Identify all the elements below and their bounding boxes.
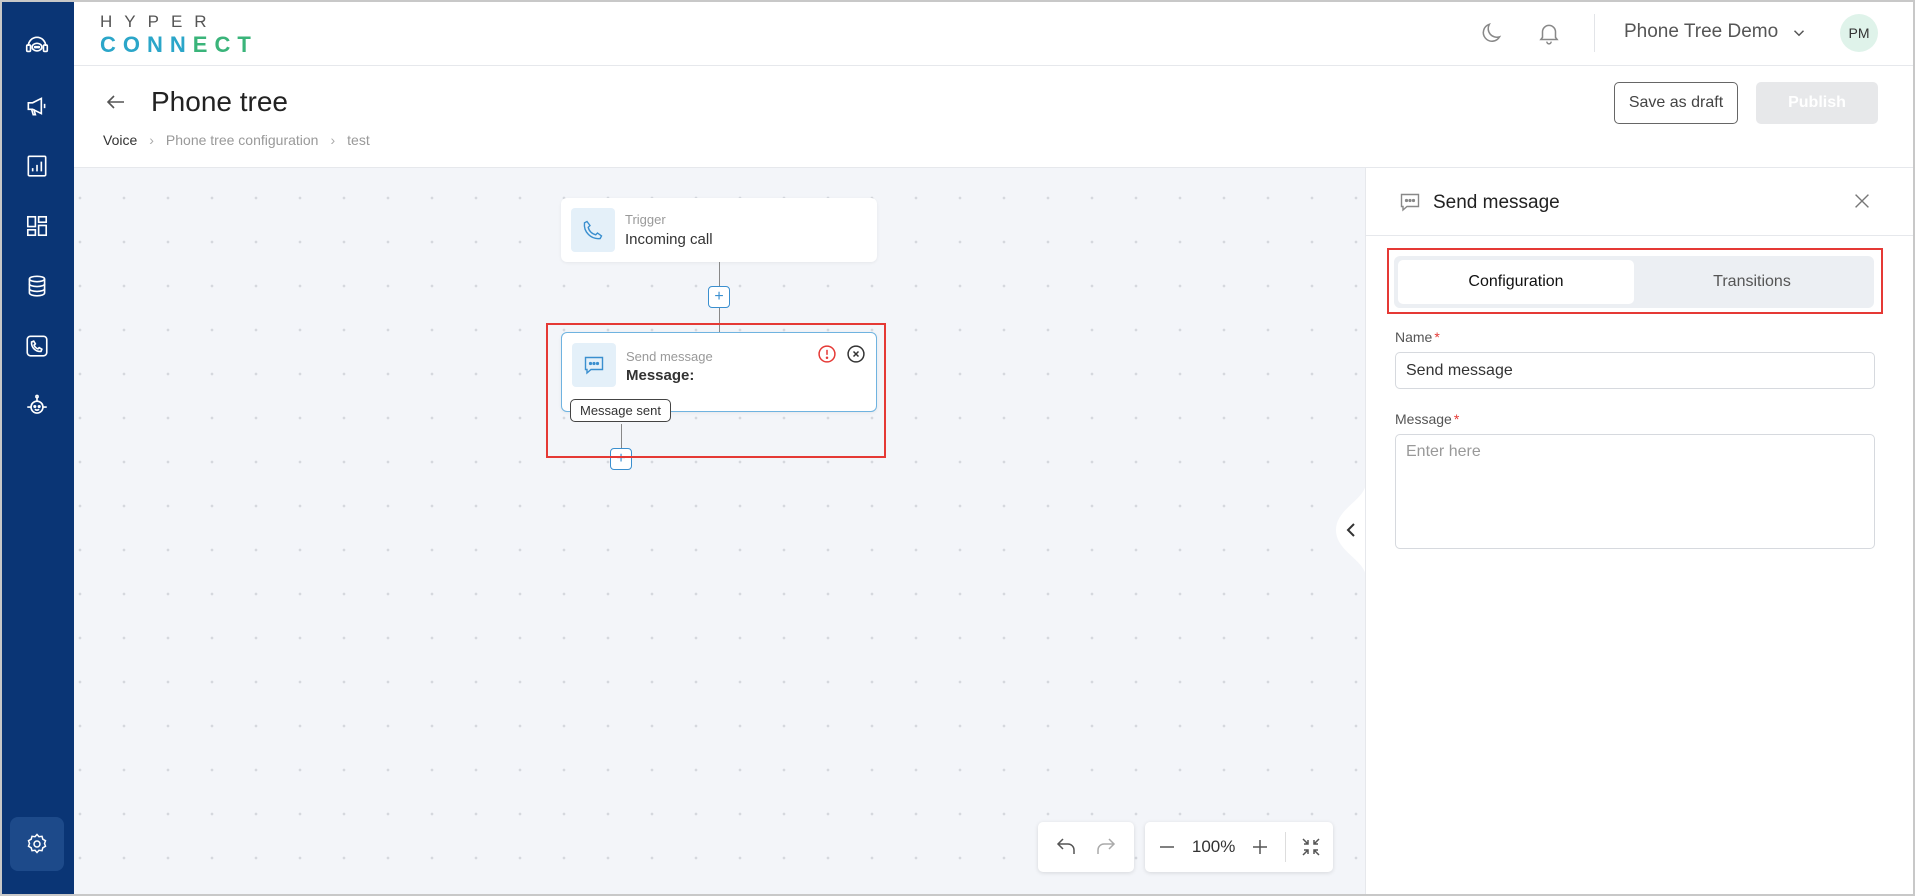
name-field-label: Name * (1395, 329, 1440, 345)
required-mark: * (1434, 329, 1440, 345)
highlight-box-tabs (1387, 248, 1883, 314)
sidebar (0, 0, 74, 896)
name-label-text: Name (1395, 329, 1433, 345)
breadcrumb: Voice › Phone tree configuration › test (103, 132, 370, 148)
trigger-node-value: Incoming call (625, 231, 713, 248)
save-as-draft-button[interactable]: Save as draft (1614, 82, 1738, 124)
database-icon[interactable] (17, 266, 57, 306)
trigger-node-label: Trigger (625, 212, 666, 227)
megaphone-icon[interactable] (17, 86, 57, 126)
back-arrow-icon[interactable] (104, 90, 128, 114)
undo-icon[interactable] (1054, 835, 1078, 859)
panel-collapse-handle[interactable] (1336, 482, 1366, 578)
reports-icon[interactable] (17, 146, 57, 186)
dashboard-icon[interactable] (17, 206, 57, 246)
header-divider (1594, 14, 1595, 52)
support-agent-icon[interactable] (17, 26, 57, 66)
org-switcher-label[interactable]: Phone Tree Demo (1624, 21, 1778, 43)
phone-icon (571, 208, 615, 252)
breadcrumb-separator-icon: › (330, 132, 336, 148)
logo-part-b: ECT (192, 32, 258, 57)
panel-header: Send message (1366, 168, 1915, 236)
fit-view-collapse-icon[interactable] (1299, 835, 1323, 859)
message-field-label: Message * (1395, 411, 1459, 427)
message-label-text: Message (1395, 411, 1452, 427)
zoom-in-plus-icon[interactable] (1248, 835, 1272, 859)
bot-icon[interactable] (17, 386, 57, 426)
breadcrumb-separator-icon: › (149, 132, 154, 148)
zoom-level: 100% (1191, 837, 1236, 856)
notification-bell-icon[interactable] (1536, 20, 1562, 46)
chevron-down-icon[interactable] (1790, 24, 1808, 42)
zoom-toolbar: 100% (1145, 822, 1333, 872)
trigger-node[interactable]: Trigger Incoming call (561, 198, 877, 262)
breadcrumb-test: test (347, 132, 370, 148)
connector-line (719, 262, 720, 286)
phone-tree-icon[interactable] (17, 326, 57, 366)
panel-title: Send message (1433, 192, 1560, 213)
dark-mode-moon-icon[interactable] (1479, 20, 1505, 46)
properties-panel: Send message Configuration Transitions N… (1365, 168, 1915, 894)
redo-icon[interactable] (1094, 835, 1118, 859)
publish-button[interactable]: Publish (1756, 82, 1878, 124)
name-input[interactable] (1395, 352, 1875, 389)
page-header: Phone tree Voice › Phone tree configurat… (74, 66, 1915, 168)
settings-gear-icon[interactable] (10, 817, 64, 871)
message-textarea[interactable] (1395, 434, 1875, 549)
logo-text-bottom: CONNECT (100, 32, 258, 58)
add-step-button[interactable]: + (708, 286, 730, 308)
top-bar: HYPER CONNECT Phone Tree Demo PM (74, 0, 1915, 66)
logo-part-a: CONN (100, 32, 193, 57)
toolbar-divider (1285, 832, 1287, 862)
history-toolbar (1038, 822, 1134, 872)
user-avatar[interactable]: PM (1840, 14, 1878, 52)
page-title: Phone tree (151, 86, 288, 117)
close-icon[interactable] (1851, 190, 1873, 212)
flow-canvas[interactable]: Trigger Incoming call + Send message Mes… (74, 168, 1365, 894)
required-mark: * (1453, 411, 1460, 427)
breadcrumb-phone-tree-configuration[interactable]: Phone tree configuration (166, 132, 319, 148)
zoom-out-minus-icon[interactable] (1155, 835, 1179, 859)
chat-bubble-icon (1400, 193, 1420, 212)
highlight-box-node (546, 323, 886, 458)
logo-text-top: HYPER (100, 12, 219, 31)
breadcrumb-voice[interactable]: Voice (103, 132, 137, 148)
